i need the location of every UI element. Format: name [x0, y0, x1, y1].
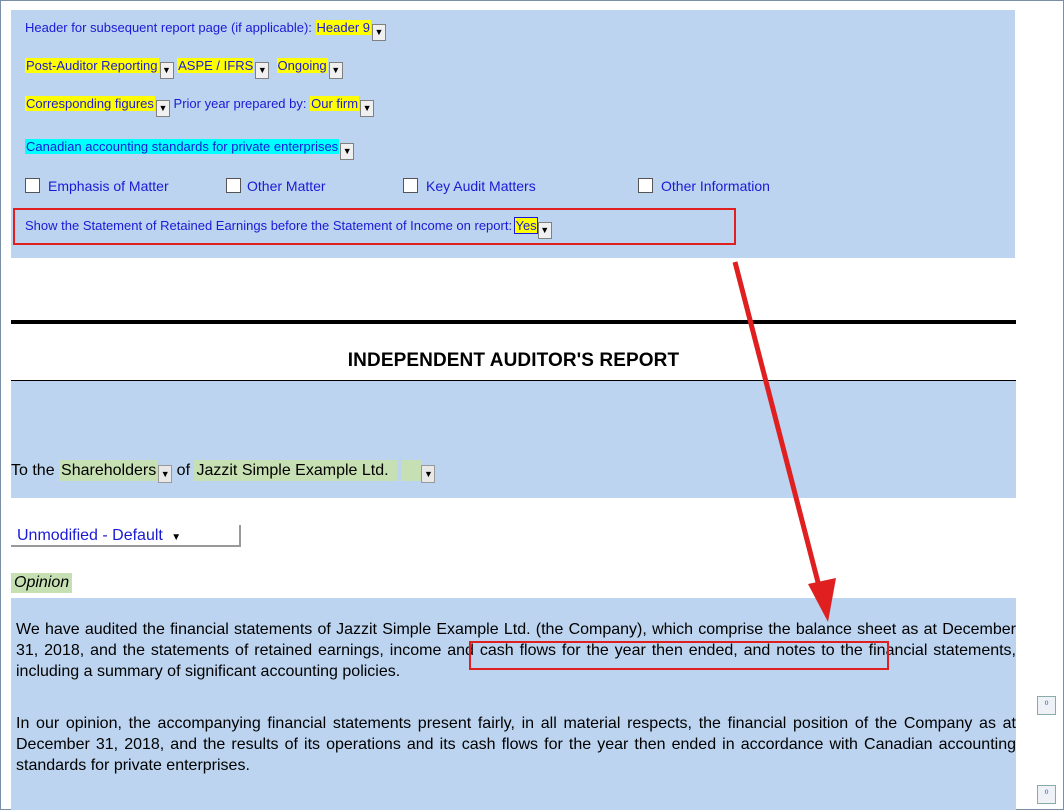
arrow-head [808, 578, 836, 622]
red-arrow [732, 261, 836, 622]
arrow-shaft [732, 261, 823, 591]
